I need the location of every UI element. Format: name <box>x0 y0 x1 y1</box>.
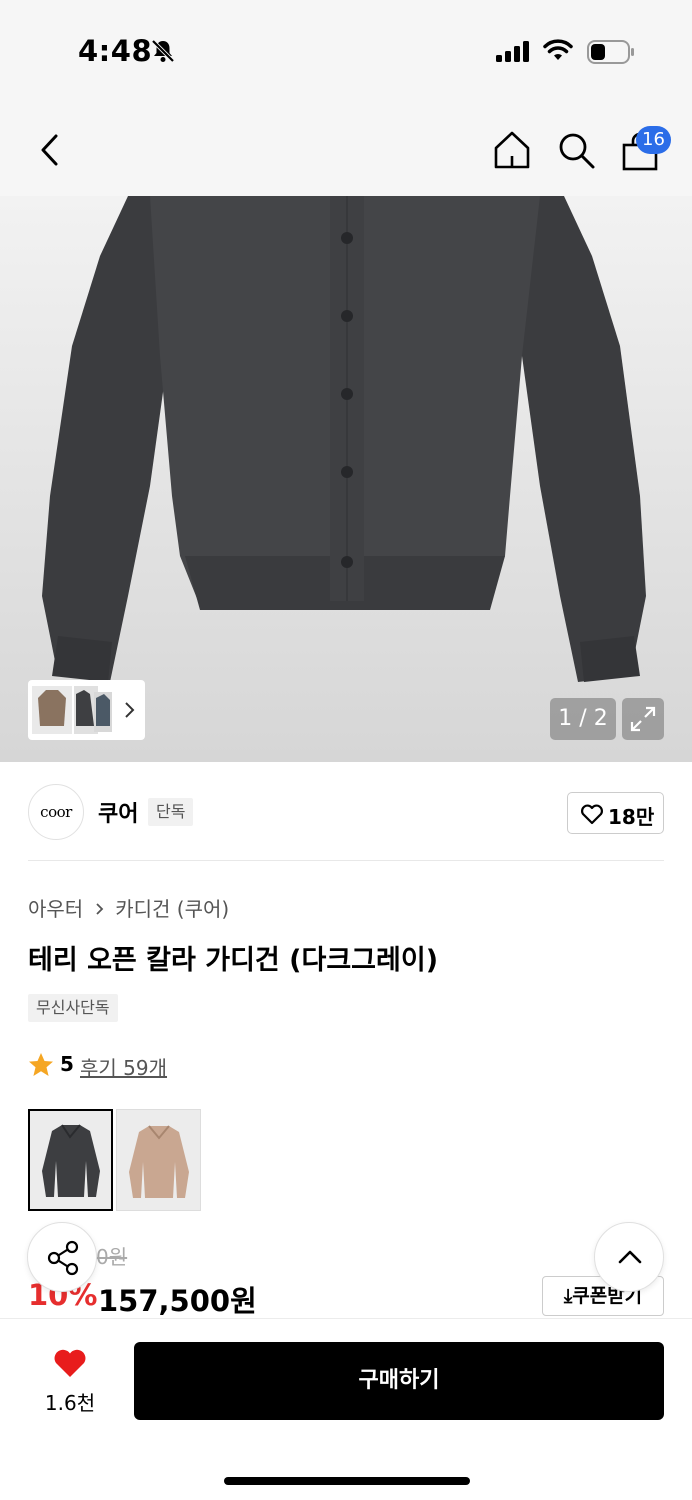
chevron-right-icon <box>96 903 104 915</box>
heart-outline-icon <box>581 804 603 825</box>
expand-icon <box>630 706 656 732</box>
cellular-signal-icon <box>496 41 529 62</box>
scroll-to-top-button[interactable] <box>594 1222 664 1292</box>
review-count-link[interactable]: 후기 59개 <box>80 1052 167 1081</box>
expand-image-button[interactable] <box>622 698 664 740</box>
product-like-count: 1.6천 <box>44 1391 96 1415</box>
chevron-up-icon <box>618 1250 642 1264</box>
home-icon[interactable] <box>492 130 532 170</box>
divider <box>28 860 664 861</box>
product-title: 테리 오픈 칼라 가디건 (다크그레이) <box>28 945 439 976</box>
brand-like-count: 18만 <box>608 805 655 829</box>
thumbnail-chevron-icon[interactable] <box>122 696 138 724</box>
sale-price: 157,500원 <box>98 1284 257 1318</box>
option-image <box>117 1110 200 1210</box>
image-page-counter: 1 / 2 <box>550 698 616 740</box>
bell-slash-icon <box>151 39 175 63</box>
bottom-action-bar: 1.6천 구매하기 <box>0 1318 692 1500</box>
brand-name[interactable]: 쿠어 <box>98 796 138 828</box>
product-image-gallery[interactable]: 1 / 2 <box>0 196 692 762</box>
status-time: 4:48 <box>78 34 153 68</box>
share-button[interactable] <box>27 1222 97 1292</box>
cart-count-badge: 16 <box>636 126 671 154</box>
star-icon <box>29 1053 53 1076</box>
color-option-beige[interactable] <box>116 1109 201 1211</box>
breadcrumb-item[interactable]: 카디건 (쿠어) <box>115 897 229 921</box>
status-bar: 4:48 <box>0 0 692 100</box>
product-photo <box>42 196 646 682</box>
breadcrumb: 아우터 카디건 (쿠어) <box>28 893 229 922</box>
breadcrumb-item[interactable]: 아우터 <box>28 897 83 921</box>
buy-button[interactable]: 구매하기 <box>134 1342 664 1420</box>
search-icon[interactable] <box>556 130 596 170</box>
back-chevron-icon[interactable] <box>34 130 64 170</box>
exclusive-badge: 무신사단독 <box>28 994 118 1022</box>
thumbnail-images <box>32 686 112 734</box>
top-navigation <box>0 100 692 196</box>
brand-exclusive-tag: 단독 <box>148 798 194 826</box>
download-icon: ⤓ <box>563 1285 573 1307</box>
brand-like-button[interactable]: 18만 <box>567 792 664 834</box>
color-option-darkgray[interactable] <box>28 1109 113 1211</box>
share-icon <box>47 1240 79 1276</box>
original-price: 0원 <box>96 1245 128 1269</box>
image-thumbnail-strip[interactable] <box>28 680 145 740</box>
home-indicator <box>224 1477 470 1485</box>
rating-value: 5 <box>60 1052 74 1076</box>
wifi-icon <box>543 39 573 60</box>
heart-filled-icon[interactable] <box>52 1347 88 1379</box>
brand-row: coor 쿠어 단독 18만 <box>0 762 692 862</box>
option-image <box>30 1111 111 1209</box>
battery-icon <box>587 40 634 64</box>
brand-logo[interactable]: coor <box>28 784 84 840</box>
